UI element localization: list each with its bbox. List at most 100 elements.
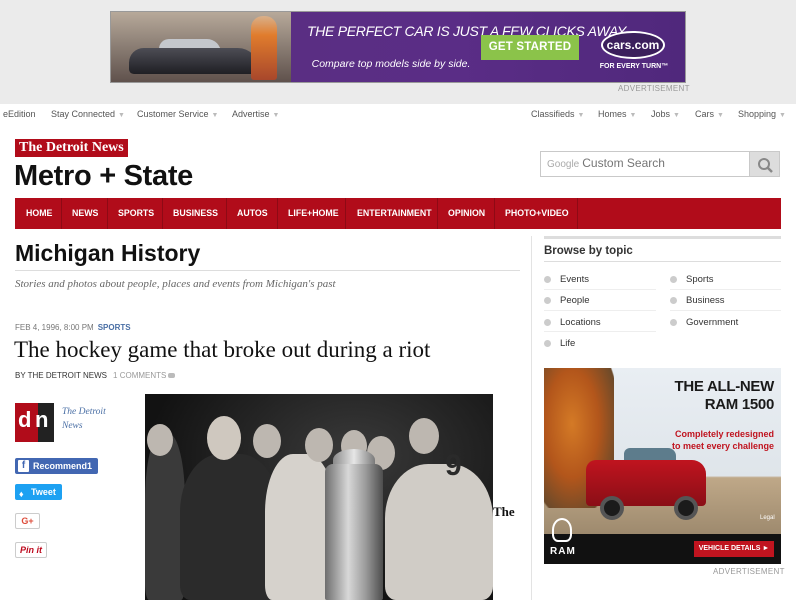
topic-divider [544,310,656,311]
ad-truck-wheel [674,496,698,520]
util-jobs[interactable]: Jobs ▼ [651,109,680,119]
chevron-down-icon: ▼ [211,112,219,119]
article-byline: BY THE DETROIT NEWS 1 COMMENTS [15,371,176,380]
topic-divider [670,310,781,311]
ad-label: ADVERTISEMENT [618,84,690,93]
article-dateline: FEB 4, 1996, 8:00 PM SPORTS [15,323,131,332]
topic-people[interactable]: People [544,295,590,306]
gray-band [0,93,796,104]
article-headline: The hockey game that broke out during a … [14,337,431,362]
utility-nav: eEdition Stay Connected ▼ Customer Servic… [0,104,796,126]
util-customer-service[interactable]: Customer Service ▼ [137,109,218,119]
ram-ad-headline: THE ALL-NEW RAM 1500 [674,378,775,413]
topic-locations[interactable]: Locations [544,317,601,328]
nav-separator [107,198,108,229]
side-ad-label: ADVERTISEMENT [713,567,785,576]
subsection-title[interactable]: Michigan History [15,240,200,267]
util-cars[interactable]: Cars ▼ [695,109,724,119]
nav-entertainment[interactable]: ENTERTAINMENT [357,198,432,229]
jersey-number: 9 [445,449,462,482]
author-avatar[interactable]: d n [15,403,54,442]
section-title[interactable]: Metro + State [14,160,193,193]
ram-ad-subline: Completely redesigned to meet every chal… [671,429,774,451]
nav-business[interactable]: BUSINESS [173,198,218,229]
ad-get-started-button[interactable]: GET STARTED [481,35,579,60]
ad-person [251,16,277,80]
nav-photo-video[interactable]: PHOTO+VIDEO [505,198,569,229]
byline-author: BY THE DETROIT NEWS [15,371,108,380]
ad-headline: THE PERFECT CAR IS JUST A FEW CLICKS AWA… [307,23,627,39]
ram-head-icon [552,518,572,542]
comments-link[interactable]: 1 COMMENTS [113,371,176,380]
photo-face [207,416,241,460]
util-stay-connected[interactable]: Stay Connected ▼ [51,109,125,119]
article-category-link[interactable]: SPORTS [98,323,131,332]
photo-figure [145,434,185,600]
util-eedition[interactable]: eEdition [3,109,36,119]
nav-separator [437,198,438,229]
subsection-description: Stories and photos about people, places … [15,278,336,290]
nav-opinion[interactable]: OPINION [448,198,485,229]
ram-ad-legal[interactable]: Legal [760,515,775,521]
search-input[interactable] [582,156,713,170]
topic-divider [544,289,656,290]
search-box[interactable]: Google [540,151,750,177]
util-classifieds[interactable]: Classifieds ▼ [531,109,584,119]
browse-topic-header: Browse by topic [544,236,781,262]
topic-events[interactable]: Events [544,274,589,285]
tweet-button[interactable]: ♦ Tweet [15,484,62,500]
vehicle-details-button[interactable]: VEHICLE DETAILS ► [694,541,774,557]
ram-truck-ad[interactable]: THE ALL-NEW RAM 1500 Completely redesign… [544,368,781,564]
nav-news[interactable]: NEWS [72,198,98,229]
chevron-down-icon: ▼ [272,112,280,119]
stanley-cup [325,464,383,600]
util-homes[interactable]: Homes ▼ [598,109,636,119]
detroit-news-logo[interactable]: The Detroit News [15,139,128,157]
ad-truck-wheel [600,496,624,520]
nav-separator [61,198,62,229]
nav-life-home[interactable]: LIFE+HOME [288,198,339,229]
util-advertise[interactable]: Advertise ▼ [232,109,279,119]
nav-autos[interactable]: AUTOS [237,198,268,229]
nav-separator [162,198,163,229]
facebook-label: Recommend [33,461,88,471]
avatar-letter-n: n [35,407,49,432]
topic-business[interactable]: Business [670,295,725,306]
search-button[interactable] [750,151,780,177]
article-date: FEB 4, 1996, 8:00 PM [15,323,94,332]
topic-divider [670,289,781,290]
sidebar-divider [531,236,532,600]
chevron-down-icon: ▼ [629,112,637,119]
ad-tagline: FOR EVERY TURN™ [599,63,669,70]
comment-bubble-icon [168,373,176,379]
nav-separator [277,198,278,229]
topic-government[interactable]: Government [670,317,738,328]
facebook-recommend-button[interactable]: f Recommend 1 [15,458,98,474]
main-nav: HOME NEWS SPORTS BUSINESS AUTOS LIFE+HOM… [15,198,781,229]
nav-separator [494,198,495,229]
chevron-down-icon: ▼ [118,112,125,119]
article-body-start: The [493,504,515,519]
pinterest-button[interactable]: Pin it [15,542,47,558]
ad-subline: Compare top models side by side. [311,58,471,70]
top-banner-ad[interactable]: THE PERFECT CAR IS JUST A FEW CLICKS AWA… [110,11,686,83]
nav-home[interactable]: HOME [26,198,52,229]
author-name-link[interactable]: The Detroit News [62,405,122,433]
chevron-down-icon: ▼ [779,112,786,119]
article-photo[interactable]: 9 [145,394,493,600]
topic-life[interactable]: Life [544,338,575,349]
cars-com-logo: cars.com [601,31,665,59]
photo-face [253,424,281,458]
photo-face [305,428,333,462]
search-icon [758,158,773,173]
chevron-down-icon: ▼ [717,112,724,119]
google-plus-button[interactable]: G+ [15,513,40,529]
avatar-letter-d: d [18,407,32,432]
nav-sports[interactable]: SPORTS [118,198,154,229]
chevron-down-icon: ▼ [673,112,680,119]
topic-sports[interactable]: Sports [670,274,713,285]
util-shopping[interactable]: Shopping ▼ [738,109,786,119]
subsection-divider [15,270,520,271]
photo-face [409,418,439,454]
facebook-count: 1 [87,461,93,471]
